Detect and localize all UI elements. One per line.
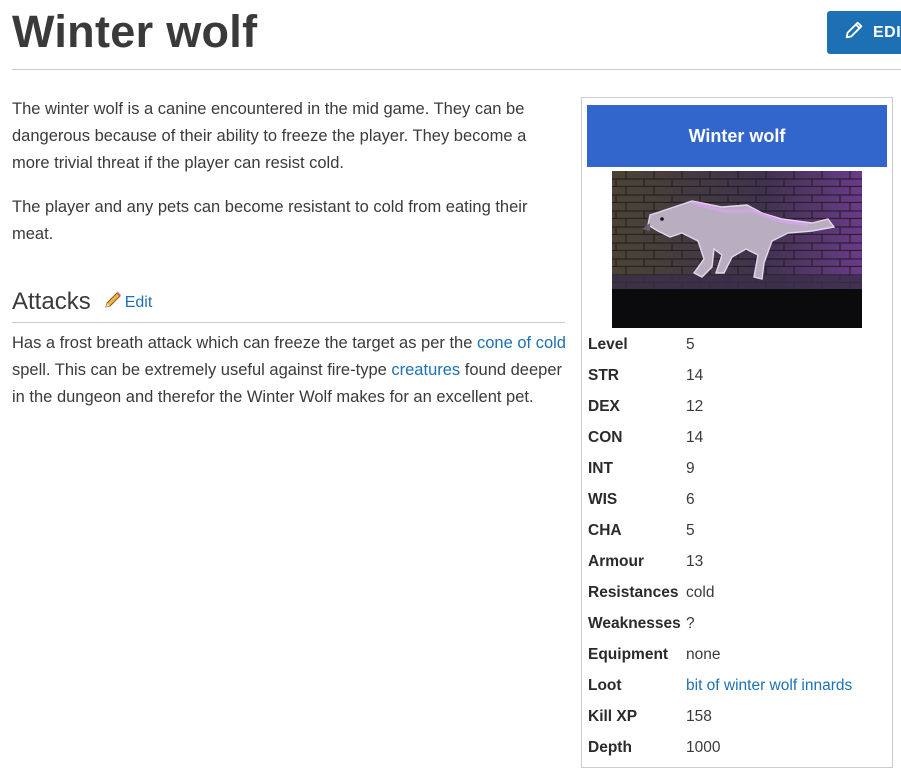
stat-value: 5: [686, 335, 695, 353]
stat-label: Depth: [588, 738, 632, 756]
stat-value: 14: [686, 428, 704, 446]
stat-row-loot: Loot bit of winter wolf innards: [588, 670, 852, 701]
intro-paragraph: The player and any pets can become resis…: [12, 198, 528, 243]
stat-row-resistances: Resistances cold: [588, 577, 714, 608]
stat-value: 5: [686, 521, 695, 539]
title-divider: [12, 69, 901, 70]
attacks-heading: Attacks: [12, 288, 91, 315]
stat-value: ?: [686, 614, 695, 632]
edit-button-label: EDIT: [873, 23, 901, 41]
page-title: Winter wolf: [12, 6, 258, 57]
stat-label: CHA: [588, 521, 622, 539]
stat-label: Weaknesses: [588, 614, 681, 632]
attacks-section-heading: Attacks Edit: [12, 286, 565, 323]
article-intro: The winter wolf is a canine encountered …: [12, 96, 568, 265]
stat-label: CON: [588, 428, 623, 446]
stat-row-weaknesses: Weaknesses ?: [588, 608, 695, 639]
edit-button[interactable]: EDIT: [827, 11, 901, 54]
pencil-icon: [843, 19, 873, 46]
stat-row-con: CON 14: [588, 422, 703, 453]
stat-value: 13: [686, 552, 704, 570]
stat-label: Loot: [588, 676, 622, 694]
stat-row-int: INT 9: [588, 453, 695, 484]
winter-wolf-image: [612, 171, 862, 328]
attacks-text: spell. This can be extremely useful agai…: [12, 361, 392, 379]
stat-value: 1000: [686, 738, 721, 756]
stat-label: INT: [588, 459, 613, 477]
stat-row-dex: DEX 12: [588, 391, 703, 422]
intro-paragraph: The winter wolf is a canine encountered …: [12, 100, 527, 172]
stat-value: cold: [686, 583, 715, 601]
stat-value: 9: [686, 459, 695, 477]
infobox: Winter wolf Level 5 STR 14 DEX 12 CON 14…: [581, 97, 893, 768]
stat-label: STR: [588, 366, 619, 384]
stat-label: Equipment: [588, 645, 669, 663]
stat-label: Kill XP: [588, 707, 638, 725]
stat-label: Resistances: [588, 583, 679, 601]
section-edit-link[interactable]: Edit: [103, 291, 153, 314]
loot-link[interactable]: bit of winter wolf innards: [686, 677, 852, 695]
infobox-title: Winter wolf: [587, 105, 887, 167]
pencil-icon: [103, 291, 123, 314]
stat-value: none: [686, 645, 721, 663]
stat-row-equipment: Equipment none: [588, 639, 720, 670]
stat-row-kill-xp: Kill XP 158: [588, 701, 712, 732]
section-edit-label: Edit: [124, 293, 153, 311]
stat-value: 6: [686, 490, 695, 508]
stat-row-armour: Armour 13: [588, 546, 703, 577]
stat-row-wis: WIS 6: [588, 484, 695, 515]
creatures-link[interactable]: creatures: [391, 361, 460, 379]
attacks-text: Has a frost breath attack which can free…: [12, 334, 477, 352]
stat-value: 12: [686, 397, 704, 415]
attacks-body: Has a frost breath attack which can free…: [12, 330, 568, 411]
stat-label: Armour: [588, 552, 644, 570]
stat-label: DEX: [588, 397, 620, 415]
stat-row-cha: CHA 5: [588, 515, 695, 546]
stat-label: WIS: [588, 490, 618, 508]
stat-value: 158: [686, 707, 712, 725]
stat-row-depth: Depth 1000: [588, 732, 720, 763]
stat-value: 14: [686, 366, 704, 384]
stat-row-str: STR 14: [588, 360, 703, 391]
stat-label: Level: [588, 335, 628, 353]
cone-of-cold-link[interactable]: cone of cold: [477, 334, 566, 352]
stat-row-level: Level 5: [588, 329, 695, 360]
